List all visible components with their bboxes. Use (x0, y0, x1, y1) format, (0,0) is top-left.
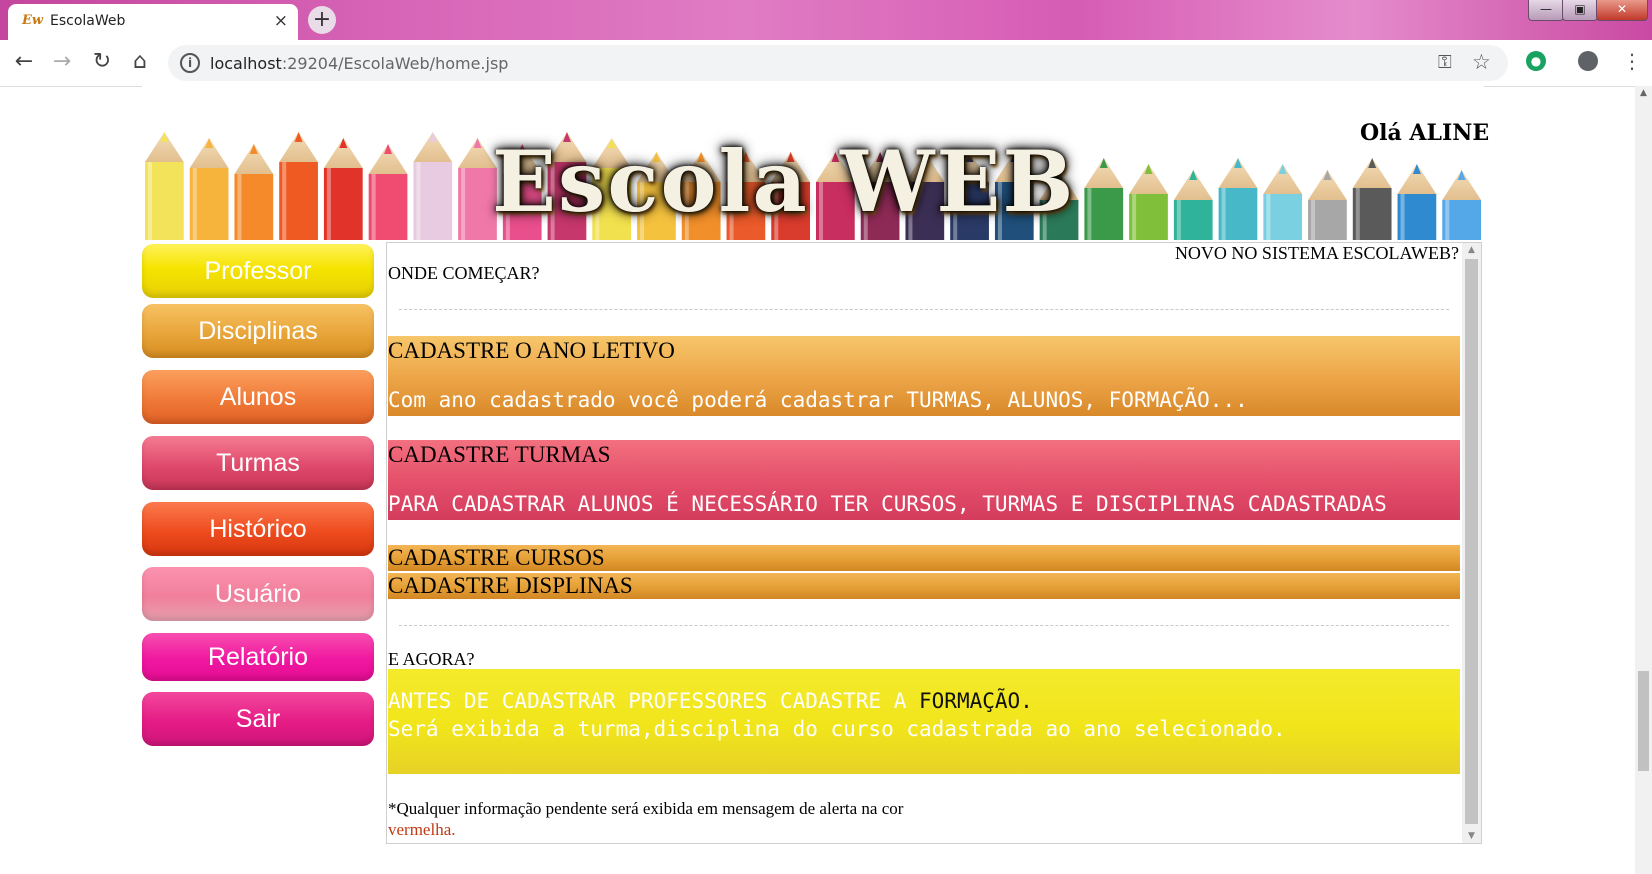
menu-button-relatorio[interactable]: Relatório (142, 633, 374, 681)
disciplinas-title: CADASTRE DISPLINAS (388, 573, 633, 598)
escola-web-logo: Escola WEB (492, 132, 1076, 231)
ano-letivo-card[interactable]: CADASTRE O ANO LETIVO Com ano cadastrado… (388, 336, 1460, 416)
content-scroll-up-icon[interactable]: ▲ (1462, 245, 1481, 255)
menu-button-usuario[interactable]: Usuário (142, 567, 374, 621)
menu-button-disciplinas[interactable]: Disciplinas (142, 304, 374, 358)
turmas-card[interactable]: CADASTRE TURMAS PARA CADASTRAR ALUNOS É … (388, 440, 1460, 520)
user-greeting: Olá ALINE (1360, 120, 1490, 146)
pending-info-note-red: vermelha. (388, 820, 456, 839)
home-icon[interactable]: ⌂ (128, 50, 152, 74)
page-scroll-thumb[interactable] (1638, 671, 1649, 771)
menu-button-turmas[interactable]: Turmas (142, 436, 374, 490)
cursos-card[interactable]: CADASTRE CURSOS (388, 545, 1460, 571)
content-scroll-thumb[interactable] (1465, 259, 1478, 824)
pending-info-note: *Qualquer informação pendente será exibi… (388, 799, 904, 818)
back-arrow-icon[interactable]: ← (12, 50, 36, 74)
formacao-line-1: ANTES DE CADASTRAR PROFESSORES CADASTRE … (388, 689, 1033, 713)
page-scroll-up-icon[interactable]: ▲ (1635, 88, 1652, 98)
url-host: localhost (210, 54, 282, 73)
formacao-line-2: Será exibida a turma,disciplina do curso… (388, 717, 1286, 741)
cursos-title: CADASTRE CURSOS (388, 545, 605, 570)
address-bar[interactable]: i localhost:29204/EscolaWeb/home.jsp ⚿ ☆ (168, 45, 1508, 81)
browser-toolbar: ← → ↻ ⌂ i localhost:29204/EscolaWeb/home… (0, 40, 1652, 87)
disciplinas-card[interactable]: CADASTRE DISPLINAS (388, 573, 1460, 599)
content-panel[interactable]: NOVO NO SISTEMA ESCOLAWEB? ONDE COMEÇAR?… (386, 242, 1482, 844)
bookmark-star-icon[interactable]: ☆ (1472, 50, 1491, 74)
formacao-highlight: FORMAÇÃO. (919, 689, 1033, 713)
divider (399, 309, 1449, 310)
url-path: :29204/EscolaWeb/home.jsp (281, 54, 509, 73)
escolaweb-favicon-icon: Ew (22, 13, 44, 28)
onde-comecar-heading: ONDE COMEÇAR? (388, 263, 540, 283)
browser-tab[interactable]: Ew EscolaWeb × (8, 4, 298, 40)
reload-icon[interactable]: ↻ (90, 50, 114, 74)
menu-button-alunos[interactable]: Alunos (142, 370, 374, 424)
profile-avatar-icon[interactable] (1578, 51, 1598, 71)
page-scrollbar[interactable]: ▲ (1635, 86, 1652, 874)
tab-title: EscolaWeb (50, 13, 126, 29)
window-close-button[interactable]: ✕ (1596, 0, 1648, 21)
turmas-title: CADASTRE TURMAS (388, 442, 611, 467)
new-tab-button[interactable]: + (308, 6, 336, 34)
window-minimize-button[interactable]: — (1528, 0, 1564, 21)
formacao-prefix: ANTES DE CADASTRAR PROFESSORES CADASTRE … (388, 689, 920, 713)
divider (399, 625, 1449, 626)
browser-tab-strip: Ew EscolaWeb × + — ▣ ✕ (0, 0, 1652, 40)
menu-button-sair[interactable]: Sair (142, 692, 374, 746)
menu-button-historico[interactable]: Histórico (142, 502, 374, 556)
content-scrollbar[interactable]: ▲ ▼ (1462, 243, 1481, 843)
novo-no-sistema-heading: NOVO NO SISTEMA ESCOLAWEB? (1174, 243, 1459, 263)
window-maximize-button[interactable]: ▣ (1562, 0, 1598, 21)
forward-arrow-icon[interactable]: → (50, 50, 74, 74)
extension-icon[interactable]: ● (1526, 51, 1546, 71)
turmas-description: PARA CADASTRAR ALUNOS É NECESSÁRIO TER C… (388, 492, 1387, 516)
ano-letivo-description: Com ano cadastrado você poderá cadastrar… (388, 388, 1248, 412)
e-agora-heading: E AGORA? (388, 649, 475, 669)
url-text[interactable]: localhost:29204/EscolaWeb/home.jsp (210, 54, 508, 73)
site-info-icon[interactable]: i (180, 53, 200, 73)
browser-menu-icon[interactable]: ⋮ (1622, 49, 1642, 73)
header-banner: Escola WEB (142, 118, 1484, 240)
ano-letivo-title: CADASTRE O ANO LETIVO (388, 338, 675, 363)
tab-close-icon[interactable]: × (274, 11, 288, 31)
content-scroll-down-icon[interactable]: ▼ (1462, 831, 1481, 841)
menu-button-professor[interactable]: Professor (142, 244, 374, 298)
formacao-card[interactable]: ANTES DE CADASTRAR PROFESSORES CADASTRE … (388, 669, 1460, 774)
key-icon[interactable]: ⚿ (1438, 52, 1452, 73)
